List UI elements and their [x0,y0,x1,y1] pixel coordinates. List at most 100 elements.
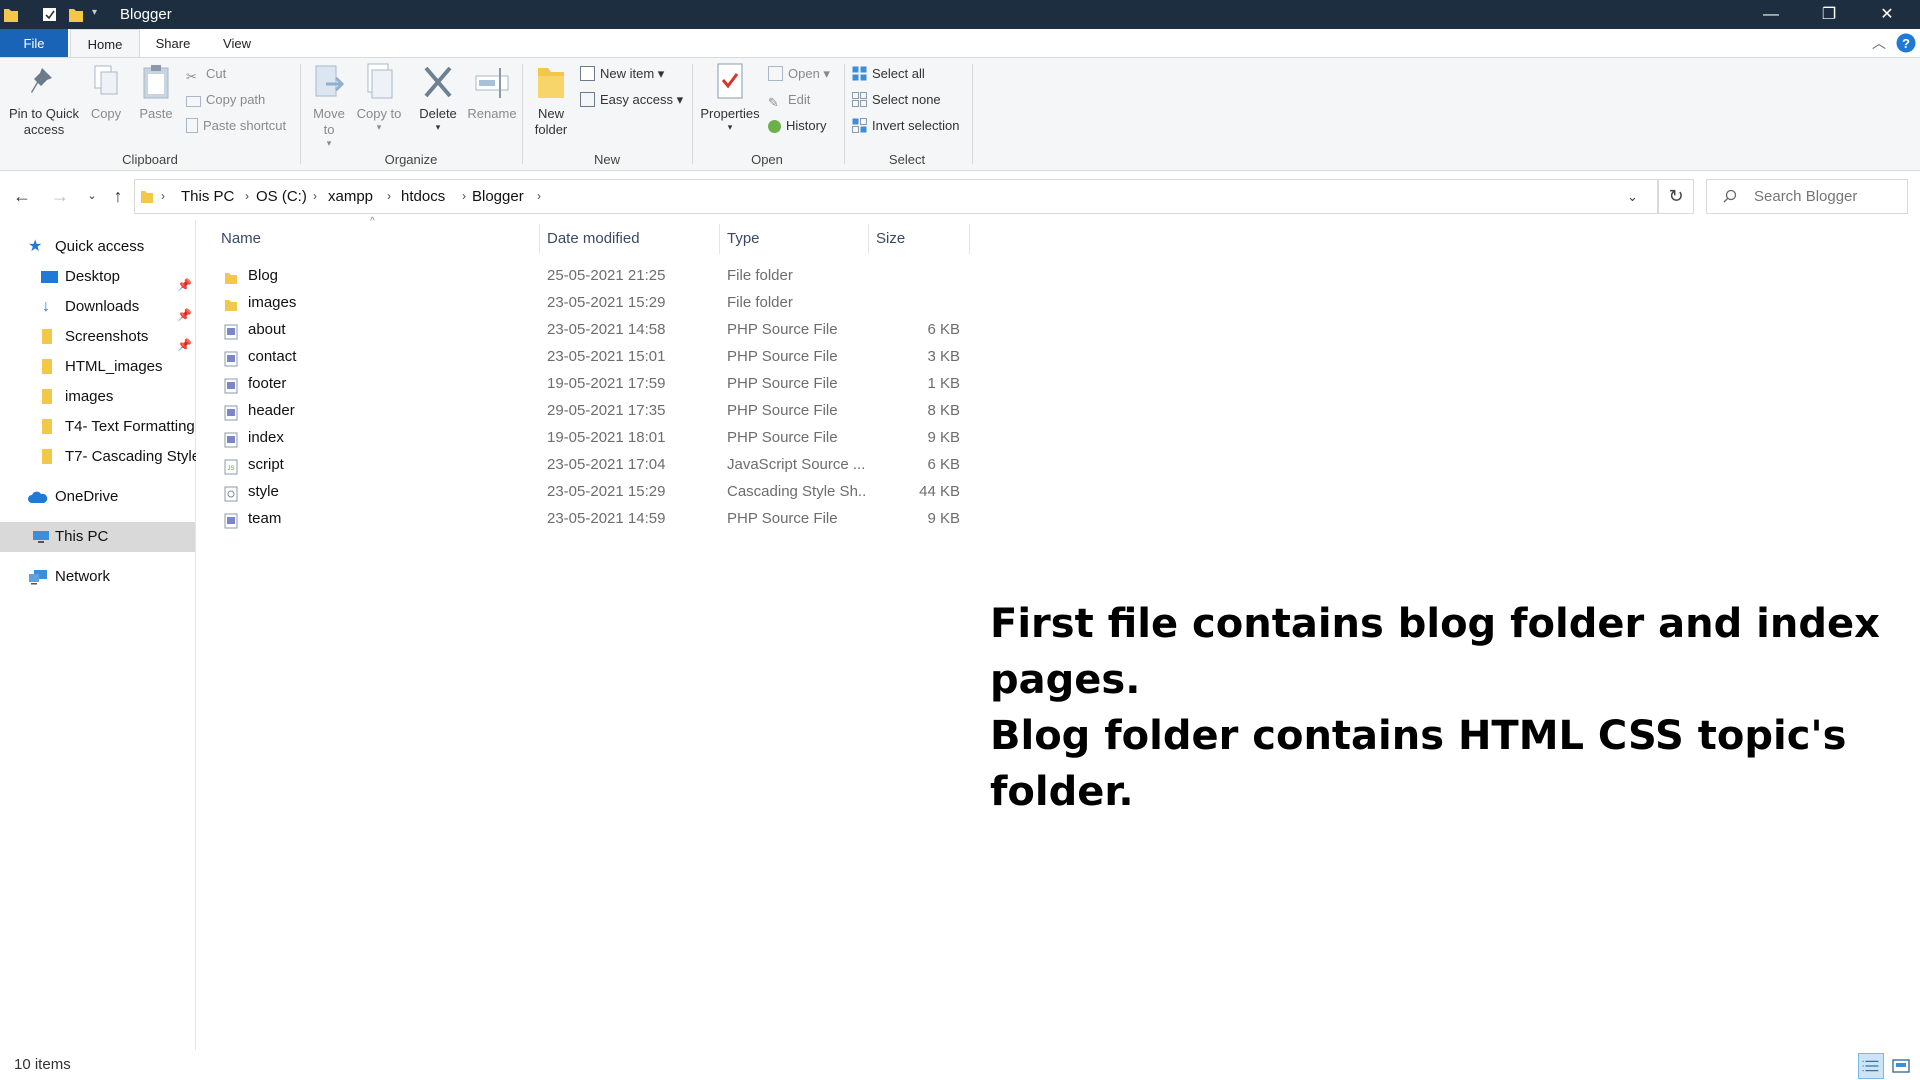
file-row[interactable]: about 23-05-2021 14:58 PHP Source File 6 KB [198,316,970,343]
tab-file[interactable]: File [0,29,68,58]
paste-shortcut-button[interactable]: Paste shortcut [186,116,286,136]
breadcrumb-os-c[interactable]: OS (C:) [256,180,307,213]
rename-button[interactable]: Rename [464,62,520,122]
nav-item-downloads[interactable]: ↓ Downloads 📌 [38,292,196,322]
properties-button[interactable]: Properties ▾ [698,62,762,133]
file-row[interactable]: footer 19-05-2021 17:59 PHP Source File 1 K… [198,370,970,397]
file-row[interactable]: Blog 25-05-2021 21:25 File folder [198,262,970,289]
tab-view[interactable]: View [210,29,264,58]
column-header-type[interactable]: Type [727,222,760,256]
file-date-modified: 25-05-2021 21:25 [547,267,666,284]
new-folder-button[interactable]: New folder [528,62,574,138]
file-row[interactable]: header 29-05-2021 17:35 PHP Source File 8 K… [198,397,970,424]
column-divider[interactable] [868,224,869,254]
details-view-icon[interactable] [1858,1053,1884,1079]
file-row[interactable]: index 19-05-2021 18:01 PHP Source File 9 KB [198,424,970,451]
breadcrumb-xampp[interactable]: xampp [328,180,373,213]
pin-icon[interactable]: 📌 [177,330,192,352]
properties-quick-icon[interactable] [42,6,58,23]
folder-icon [42,329,52,344]
column-header-date-modified[interactable]: Date modified [547,222,640,256]
new-item-button[interactable]: New item ▾ [580,64,664,84]
file-name: index [248,429,284,446]
pin-icon[interactable]: 📌 [177,270,192,292]
nav-quick-access[interactable]: ★ Quick access [28,232,196,262]
collapse-ribbon-icon[interactable]: ︿ [1872,33,1886,53]
file-row[interactable]: JS script 23-05-2021 17:04 JavaScript Sourc… [198,451,970,478]
file-row[interactable]: team 23-05-2021 14:59 PHP Source File 9 KB [198,505,970,532]
address-history-chevron-down-icon[interactable]: ⌄ [1627,180,1638,213]
breadcrumb-blogger[interactable]: Blogger [472,180,524,213]
window-title: Blogger [120,6,172,23]
minimize-icon[interactable]: — [1742,0,1800,29]
nav-item-screenshots[interactable]: Screenshots 📌 [38,322,196,352]
tab-share[interactable]: Share [148,29,198,58]
history-button[interactable]: History [768,116,826,136]
forward-arrow-icon[interactable]: → [48,184,72,208]
copy-path-button[interactable]: Copy path [186,90,265,110]
breadcrumb-htdocs[interactable]: htdocs [401,180,445,213]
file-row[interactable]: contact 23-05-2021 15:01 PHP Source File 3 … [198,343,970,370]
file-row[interactable]: style 23-05-2021 15:29 Cascading Style Sh.… [198,478,970,505]
file-row[interactable]: images 23-05-2021 15:29 File folder [198,289,970,316]
help-icon[interactable]: ? [1896,33,1916,53]
nav-item-t4-text-formatting[interactable]: T4- Text Formatting [38,412,196,442]
copy-icon [94,65,118,95]
search-input[interactable] [1754,180,1904,213]
pin-to-quick-access-button[interactable]: Pin to Quick access [4,62,84,138]
open-button[interactable]: Open ▾ [768,64,830,84]
folder-icon [42,389,52,404]
open-group-label: Open [751,152,783,167]
delete-button[interactable]: Delete ▾ [414,62,462,133]
chevron-right-icon[interactable]: › [313,180,317,213]
nav-onedrive[interactable]: OneDrive [28,482,196,512]
close-icon[interactable]: ✕ [1858,0,1916,29]
nav-item-label: T7- Cascading Style [65,448,196,465]
nav-item-desktop[interactable]: Desktop 📌 [38,262,196,292]
column-header-name[interactable]: Name [221,222,261,256]
breadcrumb-this-pc[interactable]: This PC [181,180,234,213]
column-divider[interactable] [719,224,720,254]
column-divider[interactable] [539,224,540,254]
chevron-right-icon[interactable]: › [161,180,165,213]
new-folder-quick-icon[interactable] [68,6,84,23]
nav-item-html-images[interactable]: HTML_images [38,352,196,382]
up-arrow-icon[interactable]: ↑ [106,184,130,208]
large-icons-view-icon[interactable] [1888,1053,1914,1079]
chevron-right-icon[interactable]: › [245,180,249,213]
edit-button[interactable]: ✎ Edit [768,90,810,110]
easy-access-button[interactable]: Easy access ▾ [580,90,683,110]
select-all-button[interactable]: Select all [852,64,925,84]
nav-this-pc-label: This PC [55,528,109,545]
nav-this-pc[interactable]: This PC [0,522,195,552]
restore-icon[interactable]: ❐ [1800,0,1858,29]
back-arrow-icon[interactable]: ← [10,184,34,208]
invert-selection-button[interactable]: Invert selection [852,116,959,136]
file-size: 9 KB [927,429,960,446]
file-size: 3 KB [927,348,960,365]
refresh-icon[interactable]: ↻ [1658,179,1694,214]
pin-icon[interactable]: 📌 [177,300,192,322]
cut-button[interactable]: ✂ Cut [186,64,226,84]
column-divider[interactable] [969,224,970,254]
copy-button[interactable]: Copy [86,62,126,122]
column-header-size[interactable]: Size [876,222,905,256]
select-none-button[interactable]: Select none [852,90,941,110]
tab-home[interactable]: Home [70,29,140,58]
nav-item-t7-cascading-style[interactable]: T7- Cascading Style [38,442,196,472]
chevron-right-icon[interactable]: › [387,180,391,213]
recent-locations-chevron-icon[interactable]: ⌄ [80,184,104,208]
nav-network[interactable]: Network [28,562,196,592]
copy-to-button[interactable]: Copy to ▾ [356,62,402,133]
title-bar: ▾ Blogger — ❐ ✕ [0,0,1920,29]
group-divider [300,64,301,164]
move-to-button[interactable]: Move to ▾ [306,62,352,149]
chevron-right-icon[interactable]: › [462,180,466,213]
paste-label: Paste [139,106,173,121]
address-bar[interactable]: › This PC › OS (C:) › xampp › htdocs › B… [134,179,1658,214]
search-box[interactable] [1706,179,1908,214]
customize-quick-access-icon[interactable]: ▾ [92,7,97,18]
paste-button[interactable]: Paste [136,62,176,122]
chevron-right-icon[interactable]: › [537,180,541,213]
nav-item-images[interactable]: images [38,382,196,412]
